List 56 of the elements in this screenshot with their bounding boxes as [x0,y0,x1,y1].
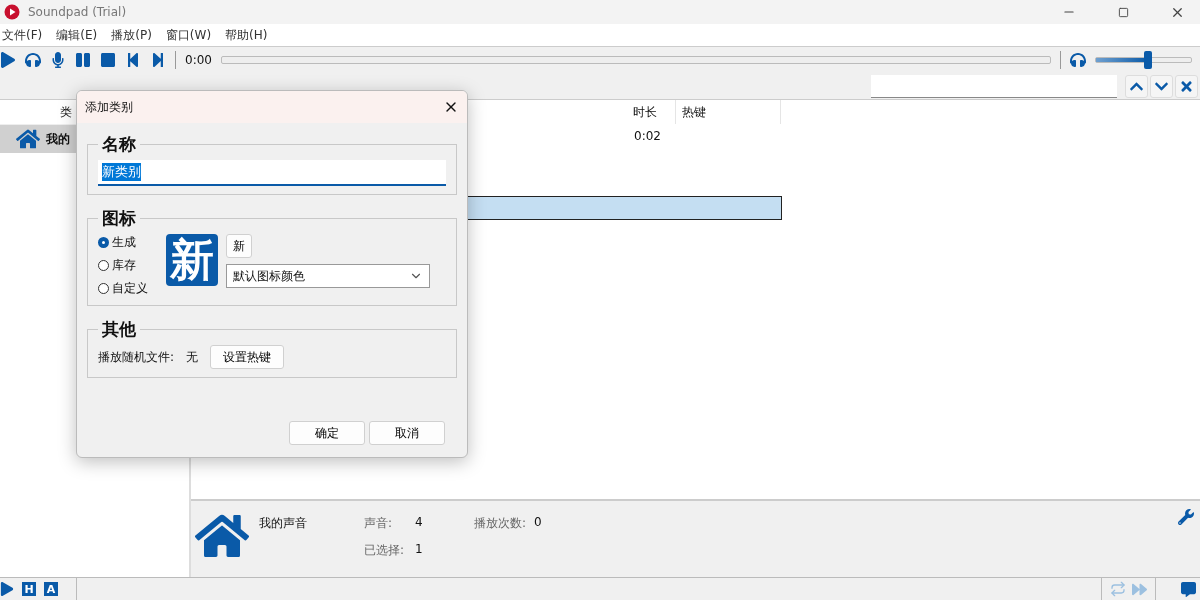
icon-color-dropdown[interactable]: 默认图标颜色 [226,264,430,288]
group-title: 其他 [101,318,137,341]
stat-value: 0 [534,515,542,531]
stat-label: 播放次数: [474,515,527,532]
slider-thumb[interactable] [1144,51,1153,69]
maximize-icon[interactable] [1117,6,1129,18]
close-icon [1179,78,1194,94]
wrench-icon[interactable] [1178,509,1194,525]
window-title: Soundpad (Trial) [28,5,128,19]
close-search-button[interactable] [1175,74,1198,98]
category-name: 我的声音 [259,515,308,532]
hotkey-badge[interactable]: H [22,582,36,596]
radio-option[interactable]: 库存 [98,257,158,274]
menu-item[interactable]: 文件(F) [2,26,43,44]
microphone-icon[interactable] [50,52,66,68]
stat-label: 已选择: [364,542,406,559]
radio-option[interactable]: 自定义 [98,280,158,297]
column-header[interactable]: 热键 [676,100,781,124]
stat-value: 1 [415,542,423,558]
cancel-button[interactable]: 取消 [369,421,445,445]
radio-option[interactable]: 生成 [98,234,158,251]
name-field[interactable]: 新类别 [98,160,446,186]
previous-match-button[interactable] [1125,74,1148,98]
speech-bubble-icon[interactable] [1181,581,1196,597]
column-header[interactable]: 时长 [627,100,676,124]
stat-label: 声音: [364,515,394,532]
menu-item[interactable]: 帮助(H) [225,26,268,44]
playback-time: 0:00 [185,53,212,67]
pause-icon[interactable] [75,52,91,68]
progress-track[interactable] [220,56,1051,64]
group-title: 图标 [101,207,137,230]
volume-slider[interactable] [1095,51,1192,69]
previous-icon[interactable] [125,52,141,68]
stop-icon[interactable] [100,52,116,68]
stat-value: 4 [415,515,423,531]
group-title: 名称 [101,133,137,156]
ok-button[interactable]: 确定 [289,421,365,445]
menu-item[interactable]: 播放(P) [111,26,152,44]
headphones-icon[interactable] [25,52,41,68]
app-logo-icon [4,4,20,20]
menu-item[interactable]: 窗口(W) [165,26,212,44]
play-icon[interactable] [0,582,14,596]
home-icon [16,127,40,151]
icon-text-button[interactable]: 新 [226,234,252,258]
icon-preview: 新 [166,234,218,286]
next-icon[interactable] [150,52,166,68]
set-hotkey-button[interactable]: 设置热键 [210,345,285,369]
headphones-icon[interactable] [1070,52,1086,68]
hotkey-badge[interactable]: A [44,582,58,596]
random-file-label: 播放随机文件: [98,348,175,366]
play-icon[interactable] [0,52,16,68]
dialog-title: 添加类别 [85,98,133,116]
next-match-button[interactable] [1150,74,1173,98]
hotkey-value: 无 [186,348,199,366]
search-field[interactable] [871,74,1117,98]
menu-item[interactable]: 编辑(E) [56,26,98,44]
